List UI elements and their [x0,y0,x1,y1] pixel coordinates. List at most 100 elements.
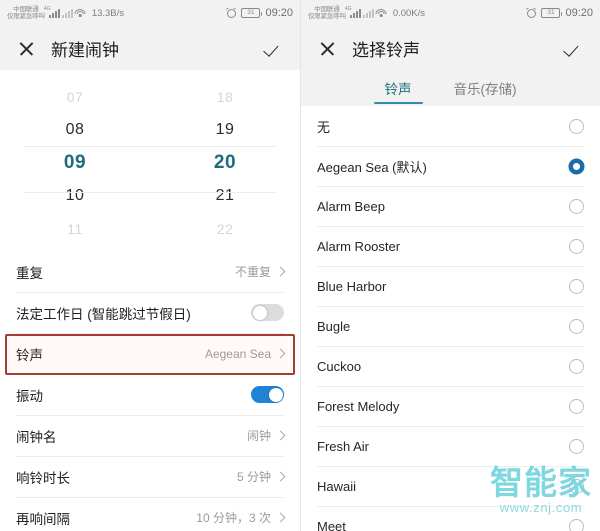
setting-label: 法定工作日 (智能跳过节假日) [16,306,191,322]
ringtone-row-cuckoo[interactable]: Cuckoo [317,346,584,386]
ringtone-row-none[interactable]: 无 [317,106,584,146]
right-screen-select-ringtone: 中国联通 仅限紧急呼叫 4G 0.00K/s 31 09:20 选择铃声 铃声 … [300,0,600,531]
ringtone-list: 无 Aegean Sea (默认) Alarm Beep Alarm Roost… [301,106,600,531]
carrier-line-1: 中国联通 [13,5,39,13]
chevron-right-icon [275,471,286,482]
radio-button[interactable] [569,478,584,494]
status-bar-left-group: 中国联通 仅限紧急呼叫 4G 0.00K/s [308,6,425,21]
status-bar-clock: 09:20 [565,7,593,19]
close-icon[interactable] [14,36,38,60]
hour-option[interactable]: 07 [0,80,150,113]
wifi-icon [74,8,86,18]
radio-button[interactable] [569,118,584,134]
setting-row-snooze-interval[interactable]: 再响间隔 10 分钟，3 次 [16,497,286,531]
minute-option[interactable]: 18 [150,80,300,113]
setting-row-ringtone[interactable]: 铃声 Aegean Sea [16,333,286,374]
ringtone-row-bugle[interactable]: Bugle [317,306,584,346]
setting-row-workday[interactable]: 法定工作日 (智能跳过节假日) [16,292,284,333]
hour-option[interactable]: 11 [0,212,150,245]
setting-value: 5 分钟 [236,470,271,484]
status-bar-right-group: 31 09:20 [526,6,593,19]
status-bar-clock: 09:20 [265,7,293,19]
chevron-right-icon [275,512,286,523]
carrier-line-2: 仅限紧急呼叫 [7,13,45,20]
setting-row-repeat[interactable]: 重复 不重复 [16,251,286,292]
radio-button[interactable] [569,398,584,414]
ringtone-row-hawaii[interactable]: Hawaii [317,466,584,506]
setting-value-group: 5 分钟 [236,468,286,485]
radio-button[interactable] [569,198,584,214]
ringtone-row-alarm-rooster[interactable]: Alarm Rooster [317,226,584,266]
setting-label: 重复 [16,265,43,281]
radio-button[interactable] [569,278,584,294]
ringtone-row-fresh-air[interactable]: Fresh Air [317,426,584,466]
status-bar-left-group: 中国联通 仅限紧急呼叫 4G 13.3B/s [7,6,124,21]
radio-button-selected[interactable] [569,158,584,174]
ringtone-row-aegean-sea[interactable]: Aegean Sea (默认) [317,146,584,186]
setting-value: Aegean Sea [204,346,271,361]
setting-value-group: 10 分钟，3 次 [196,509,286,526]
radio-button[interactable] [569,318,584,334]
left-screen-new-alarm: 中国联通 仅限紧急呼叫 4G 13.3B/s 31 09:20 新建闹钟 07 … [0,0,300,531]
carrier-line-1: 中国联通 [314,5,340,13]
hour-option[interactable]: 08 [0,113,150,146]
status-bar-left: 中国联通 仅限紧急呼叫 4G 13.3B/s 31 09:20 [0,0,300,26]
minute-option-selected[interactable]: 20 [150,146,300,179]
minute-wheel[interactable]: 18 19 20 21 22 [150,80,300,245]
radio-button[interactable] [569,358,584,374]
ringtone-label: Meet [317,518,346,531]
check-icon[interactable] [562,36,586,60]
signal-bars-icon: 4G [345,6,361,18]
network-type-label: 4G [43,5,51,12]
setting-row-vibrate[interactable]: 振动 [16,374,284,415]
app-bar-select-ringtone: 选择铃声 [301,26,600,70]
setting-label: 振动 [16,388,43,404]
minute-option[interactable]: 19 [150,113,300,146]
setting-value-group: 闹钟 [246,427,286,444]
close-icon[interactable] [315,36,339,60]
ringtone-label: Fresh Air [317,438,370,454]
tab-music-storage[interactable]: 音乐(存储) [450,70,521,106]
ringtone-row-forest-melody[interactable]: Forest Melody [317,386,584,426]
hour-wheel[interactable]: 07 08 09 10 11 [0,80,150,245]
minute-option[interactable]: 21 [150,179,300,212]
battery-icon: 31 [541,8,563,18]
check-icon[interactable] [262,36,286,60]
carrier-label: 中国联通 仅限紧急呼叫 [7,6,45,21]
vibrate-toggle[interactable] [251,386,284,403]
setting-row-ring-duration[interactable]: 响铃时长 5 分钟 [16,456,286,497]
ringtone-label: 无 [317,119,331,135]
radio-button[interactable] [569,518,584,531]
setting-label: 闹钟名 [16,429,57,445]
network-speed-label: 13.3B/s [91,7,125,19]
ringtone-label: Hawaii [317,478,357,494]
signal-bars-secondary-icon [61,8,73,18]
radio-button[interactable] [569,438,584,454]
setting-value: 闹钟 [246,429,271,443]
ringtone-label: Bugle [317,318,351,334]
ringtone-row-meet[interactable]: Meet [317,506,584,531]
signal-icons: 4G [345,6,387,18]
hour-option[interactable]: 10 [0,179,150,212]
time-picker[interactable]: 07 08 09 10 11 18 19 20 21 22 [0,70,300,251]
ringtone-row-blue-harbor[interactable]: Blue Harbor [317,266,584,306]
ringtone-row-alarm-beep[interactable]: Alarm Beep [317,186,584,226]
radio-button[interactable] [569,238,584,254]
network-type-label: 4G [344,5,352,12]
setting-row-alarm-name[interactable]: 闹钟名 闹钟 [16,415,286,456]
ringtone-label: Alarm Rooster [317,238,401,254]
alarm-settings-list: 重复 不重复 法定工作日 (智能跳过节假日) 铃声 Aegean Sea 振动 [0,251,300,531]
setting-label: 再响间隔 [16,511,70,527]
carrier-label: 中国联通 仅限紧急呼叫 [308,6,346,21]
workday-toggle[interactable] [251,304,284,321]
setting-value-group: 不重复 [235,263,286,280]
tab-bar: 铃声 音乐(存储) [301,70,600,106]
page-title: 选择铃声 [352,40,420,60]
battery-level-label: 31 [247,8,255,16]
minute-option[interactable]: 22 [150,212,300,245]
hour-option-selected[interactable]: 09 [0,146,150,179]
battery-icon: 31 [241,8,263,18]
tab-ringtone[interactable]: 铃声 [373,70,423,106]
setting-label: 响铃时长 [16,470,70,486]
status-bar-right-group: 31 09:20 [226,6,293,19]
